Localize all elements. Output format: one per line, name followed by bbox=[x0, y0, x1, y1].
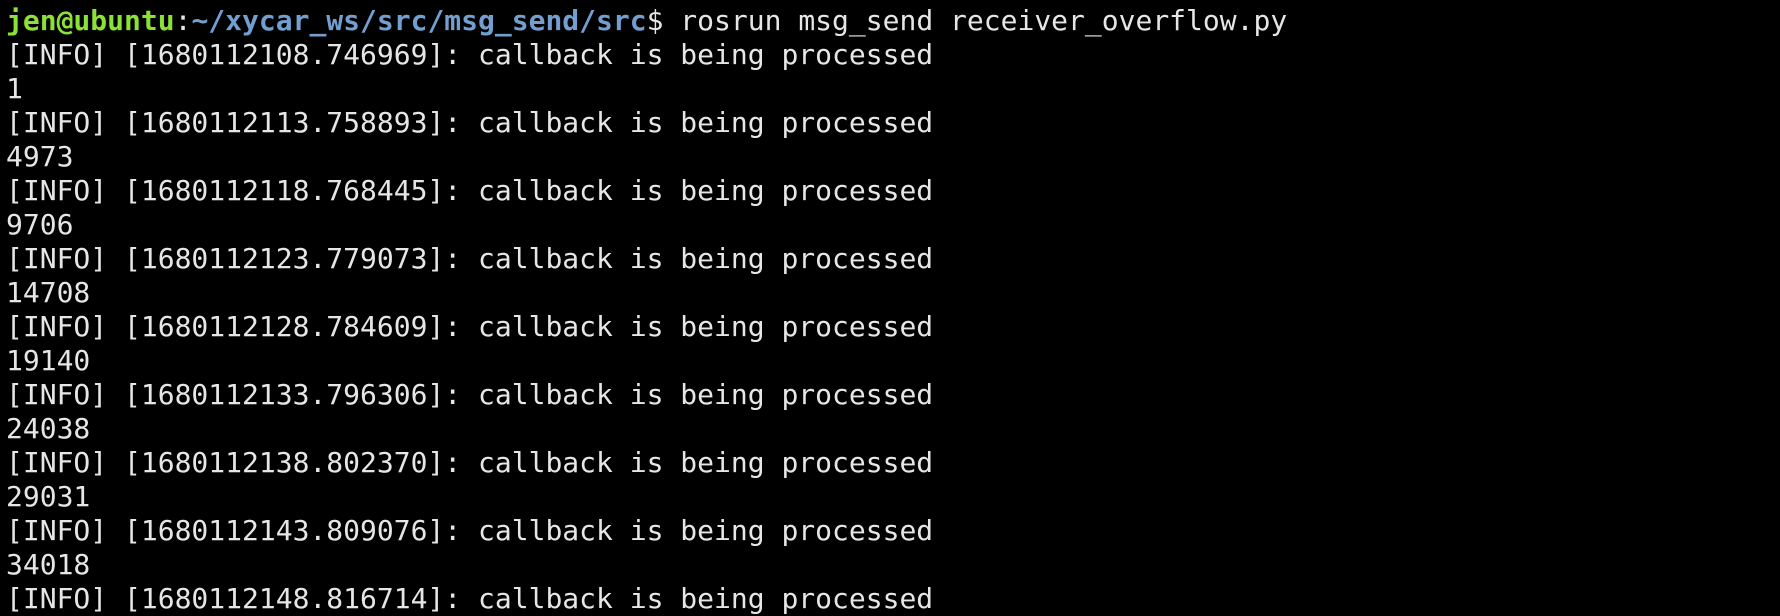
log-line: [INFO] [1680112108.746969]: callback is … bbox=[6, 38, 934, 71]
prompt-separator: : bbox=[174, 4, 192, 37]
output-value: 14708 bbox=[6, 276, 91, 309]
log-line: [INFO] [1680112138.802370]: callback is … bbox=[6, 446, 934, 479]
output-value: 34018 bbox=[6, 548, 91, 581]
log-line: [INFO] [1680112143.809076]: callback is … bbox=[6, 514, 934, 547]
prompt-user-host: jen@ubuntu bbox=[6, 4, 175, 37]
output-value: 19140 bbox=[6, 344, 91, 377]
terminal-window[interactable]: jen@ubuntu:~/xycar_ws/src/msg_send/src$ … bbox=[0, 0, 1780, 616]
log-line: [INFO] [1680112148.816714]: callback is … bbox=[6, 582, 934, 615]
output-value: 24038 bbox=[6, 412, 91, 445]
output-value: 4973 bbox=[6, 140, 74, 173]
log-line: [INFO] [1680112133.796306]: callback is … bbox=[6, 378, 934, 411]
command-prompt-line: jen@ubuntu:~/xycar_ws/src/msg_send/src$ … bbox=[6, 4, 1287, 38]
log-line: [INFO] [1680112113.758893]: callback is … bbox=[6, 106, 934, 139]
command-text: rosrun msg_send receiver_overflow.py bbox=[663, 4, 1288, 37]
output-value: 1 bbox=[6, 72, 23, 105]
log-line: [INFO] [1680112128.784609]: callback is … bbox=[6, 310, 934, 343]
log-line: [INFO] [1680112118.768445]: callback is … bbox=[6, 174, 934, 207]
output-value: 29031 bbox=[6, 480, 91, 513]
output-value: 9706 bbox=[6, 208, 74, 241]
log-line: [INFO] [1680112123.779073]: callback is … bbox=[6, 242, 934, 275]
prompt-path: ~/xycar_ws/src/msg_send/src bbox=[191, 4, 647, 37]
prompt-symbol: $ bbox=[646, 4, 664, 37]
